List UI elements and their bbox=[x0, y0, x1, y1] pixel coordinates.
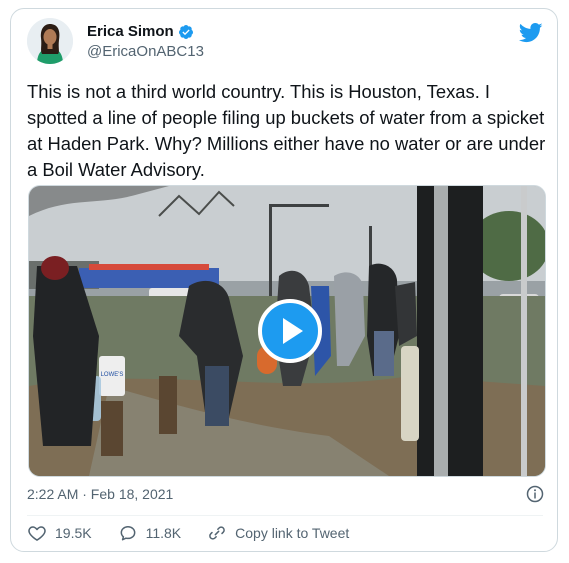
heart-icon bbox=[28, 526, 46, 541]
bucket-label: LOWE'S bbox=[101, 372, 124, 378]
tweet-text: This is not a third world country. This … bbox=[27, 81, 546, 180]
like-count: 19.5K bbox=[55, 525, 92, 541]
reply-button[interactable]: 11.8K bbox=[118, 523, 182, 543]
play-button[interactable] bbox=[258, 299, 322, 363]
copy-link-button[interactable]: Copy link to Tweet bbox=[207, 523, 349, 543]
avatar[interactable] bbox=[27, 18, 73, 64]
author-name-text[interactable]: Erica Simon bbox=[87, 23, 174, 40]
tweet-video[interactable]: LOWE'S bbox=[28, 185, 546, 477]
verified-badge-icon bbox=[178, 24, 193, 39]
link-icon bbox=[209, 526, 225, 540]
reply-count: 11.8K bbox=[145, 525, 182, 541]
tweet-card[interactable]: Erica Simon @EricaOnABC13 This is not a … bbox=[10, 8, 558, 552]
play-icon bbox=[283, 318, 303, 344]
tweet-actions: 19.5K 11.8K Copy link to Tweet bbox=[27, 523, 375, 543]
tweet-timestamp[interactable]: 2:22 AM · Feb 18, 2021 bbox=[27, 486, 173, 502]
twitter-bird-icon[interactable] bbox=[519, 23, 543, 43]
actions-divider bbox=[27, 515, 543, 516]
reply-icon bbox=[120, 526, 136, 541]
like-button[interactable]: 19.5K bbox=[27, 523, 92, 543]
author-handle[interactable]: @EricaOnABC13 bbox=[87, 43, 204, 60]
copy-link-label: Copy link to Tweet bbox=[235, 525, 350, 541]
author-name[interactable]: Erica Simon bbox=[87, 23, 194, 40]
info-icon[interactable] bbox=[526, 485, 544, 503]
